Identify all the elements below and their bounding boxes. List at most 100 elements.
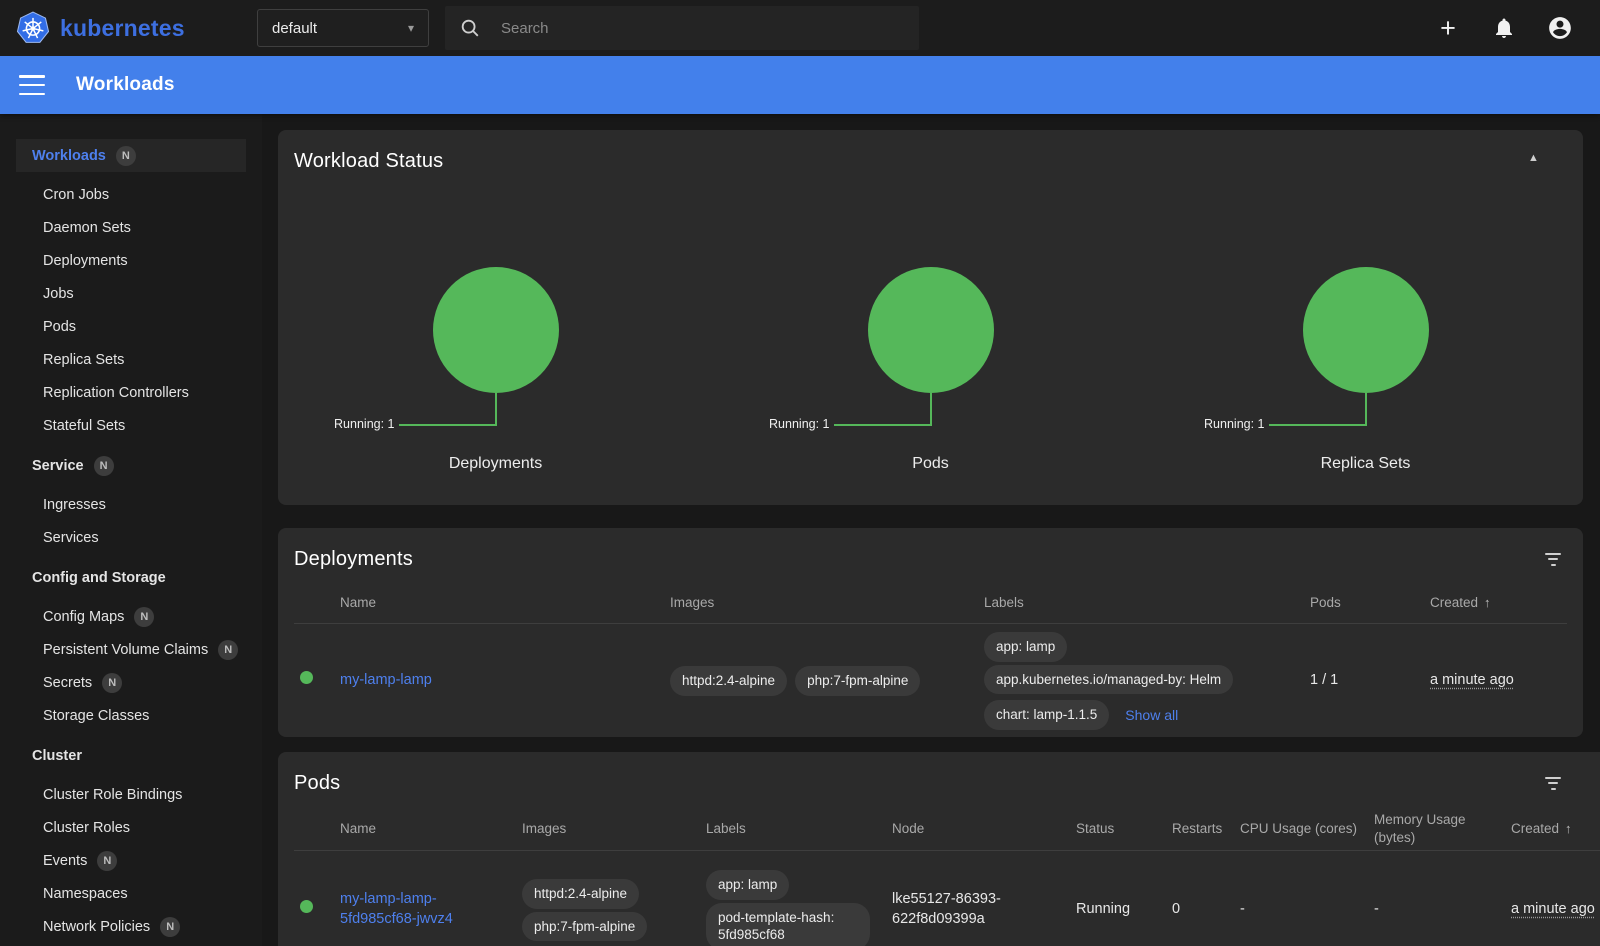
- label-chip: pod-template-hash: 5fd985cf68: [706, 903, 870, 946]
- column-header-restarts[interactable]: Restarts: [1172, 820, 1240, 838]
- sidebar-item-services[interactable]: Services: [16, 521, 246, 554]
- pods-table: Name Images Labels Node Status Restarts …: [278, 808, 1600, 946]
- table-row-pod[interactable]: my-lamp-lamp-5fd985cf68-jwvz4 httpd:2.4-…: [294, 851, 1600, 946]
- sidebar-item-persistent-volume-claims[interactable]: Persistent Volume Claims N: [16, 633, 246, 666]
- filter-icon[interactable]: [1540, 770, 1566, 796]
- name-cell: my-lamp-lamp-5fd985cf68-jwvz4: [340, 890, 522, 929]
- sidebar-item-service[interactable]: Service N: [16, 449, 246, 482]
- sidebar-item-jobs[interactable]: Jobs: [16, 277, 246, 310]
- sidebar-item-stateful-sets[interactable]: Stateful Sets: [16, 409, 246, 442]
- column-header-memory[interactable]: Memory Usage (bytes): [1374, 811, 1497, 847]
- kubernetes-logo-icon: [16, 11, 50, 45]
- column-header-images[interactable]: Images: [670, 594, 984, 612]
- page-title: Workloads: [76, 74, 175, 96]
- sidebar-item-secrets[interactable]: Secrets N: [16, 666, 246, 699]
- card-title-deployments: Deployments: [294, 548, 413, 571]
- account-button[interactable]: [1546, 14, 1574, 42]
- image-chip: httpd:2.4-alpine: [670, 666, 787, 696]
- toolbar: Workloads: [0, 56, 1600, 114]
- namespaced-badge: N: [218, 640, 238, 660]
- namespace-value: default: [272, 20, 317, 37]
- image-chip: php:7-fpm-alpine: [522, 912, 647, 942]
- sidebar-item-storage-classes[interactable]: Storage Classes: [16, 699, 246, 732]
- sidebar-item-workloads[interactable]: Workloads N: [16, 139, 246, 172]
- column-header-labels[interactable]: Labels: [984, 594, 1310, 612]
- labels-cell: app: lamp pod-template-hash: 5fd985cf68: [706, 867, 892, 946]
- brand[interactable]: kubernetes: [0, 11, 257, 45]
- namespaced-badge: N: [102, 673, 122, 693]
- sidebar-item-label: Cluster: [32, 748, 82, 764]
- column-header-status[interactable]: Status: [1076, 820, 1172, 838]
- sidebar-item-label: Replica Sets: [43, 352, 124, 368]
- status-running-icon: [300, 900, 313, 913]
- plus-icon: +: [1440, 15, 1456, 42]
- sidebar-item-network-policies[interactable]: Network Policies N: [16, 910, 246, 943]
- sidebar-item-namespaces[interactable]: Namespaces: [16, 877, 246, 910]
- show-all-link[interactable]: Show all: [1125, 706, 1178, 725]
- chart-pods: Running: 1 Pods: [713, 130, 1148, 505]
- column-header-created-label: Created: [1430, 595, 1478, 610]
- sidebar-item-label: Secrets: [43, 675, 92, 691]
- sidebar-item-replication-controllers[interactable]: Replication Controllers: [16, 376, 246, 409]
- notifications-button[interactable]: [1490, 14, 1518, 42]
- sidebar-item-config-and-storage[interactable]: Config and Storage: [16, 561, 246, 594]
- chevron-down-icon: ▾: [408, 21, 414, 35]
- sidebar-item-deployments[interactable]: Deployments: [16, 244, 246, 277]
- chart-annotation: Running: 1: [334, 417, 394, 431]
- column-header-cpu[interactable]: CPU Usage (cores): [1240, 820, 1374, 838]
- column-header-images[interactable]: Images: [522, 820, 706, 838]
- sidebar-item-label: Replication Controllers: [43, 385, 189, 401]
- sidebar-item-label: Services: [43, 530, 99, 546]
- chart-title: Pods: [713, 455, 1148, 473]
- node-cell: lke55127-86393-622f8d09399a: [892, 890, 1062, 929]
- sidebar-item-pods[interactable]: Pods: [16, 310, 246, 343]
- sidebar-item-daemon-sets[interactable]: Daemon Sets: [16, 211, 246, 244]
- sidebar-item-label: Storage Classes: [43, 708, 149, 724]
- sidebar-item-cluster[interactable]: Cluster: [16, 739, 246, 772]
- search-bar[interactable]: [445, 6, 919, 50]
- table-row-deployment[interactable]: my-lamp-lamp httpd:2.4-alpinephp:7-fpm-a…: [294, 624, 1567, 738]
- sidebar-item-events[interactable]: Events N: [16, 844, 246, 877]
- column-header-created[interactable]: Created↑: [1497, 820, 1600, 838]
- chart-annotation: Running: 1: [769, 417, 829, 431]
- workload-status-card: Workload Status ▲ Running: 1 Deployments…: [278, 130, 1583, 505]
- pie-chart[interactable]: [868, 267, 994, 393]
- card-title-pods: Pods: [294, 772, 340, 795]
- sidebar-item-cluster-roles[interactable]: Cluster Roles: [16, 811, 246, 844]
- sidebar-item-cron-jobs[interactable]: Cron Jobs: [16, 178, 246, 211]
- account-circle-icon: [1547, 15, 1573, 41]
- column-header-labels[interactable]: Labels: [706, 820, 892, 838]
- bell-icon: [1492, 16, 1516, 40]
- sidebar-item-cluster-role-bindings[interactable]: Cluster Role Bindings: [16, 778, 246, 811]
- column-header-created[interactable]: Created↑: [1430, 594, 1567, 612]
- search-input[interactable]: [501, 20, 905, 37]
- filter-icon[interactable]: [1540, 546, 1566, 572]
- chart-replica-sets: Running: 1 Replica Sets: [1148, 130, 1583, 505]
- sidebar-item-label: Cluster Role Bindings: [43, 787, 182, 803]
- sidebar-item-label: Config Maps: [43, 609, 124, 625]
- namespace-selector[interactable]: default ▾: [257, 9, 429, 47]
- sidebar-item-ingresses[interactable]: Ingresses: [16, 488, 246, 521]
- column-header-name[interactable]: Name: [340, 820, 522, 838]
- leader-line-horizontal: [1269, 424, 1366, 426]
- hamburger-menu-icon[interactable]: [19, 75, 45, 95]
- sidebar-item-label: Config and Storage: [32, 570, 166, 586]
- chart-title: Deployments: [278, 455, 713, 473]
- leader-line-vertical: [495, 393, 497, 426]
- sidebar-item-label: Namespaces: [43, 886, 128, 902]
- sidebar-item-label: Persistent Volume Claims: [43, 642, 208, 658]
- name-cell: my-lamp-lamp: [340, 671, 670, 691]
- pie-chart[interactable]: [1303, 267, 1429, 393]
- chart-title: Replica Sets: [1148, 455, 1583, 473]
- pod-link[interactable]: my-lamp-lamp-5fd985cf68-jwvz4: [340, 891, 453, 927]
- column-header-node[interactable]: Node: [892, 820, 1076, 838]
- column-header-name[interactable]: Name: [340, 594, 670, 612]
- deployment-link[interactable]: my-lamp-lamp: [340, 672, 432, 688]
- column-header-pods[interactable]: Pods: [1310, 594, 1430, 612]
- sidebar-item-label: Cluster Roles: [43, 820, 130, 836]
- sidebar-item-replica-sets[interactable]: Replica Sets: [16, 343, 246, 376]
- pie-chart[interactable]: [433, 267, 559, 393]
- image-chip: httpd:2.4-alpine: [522, 879, 639, 909]
- sidebar-item-config-maps[interactable]: Config Maps N: [16, 600, 246, 633]
- create-resource-button[interactable]: +: [1434, 14, 1462, 42]
